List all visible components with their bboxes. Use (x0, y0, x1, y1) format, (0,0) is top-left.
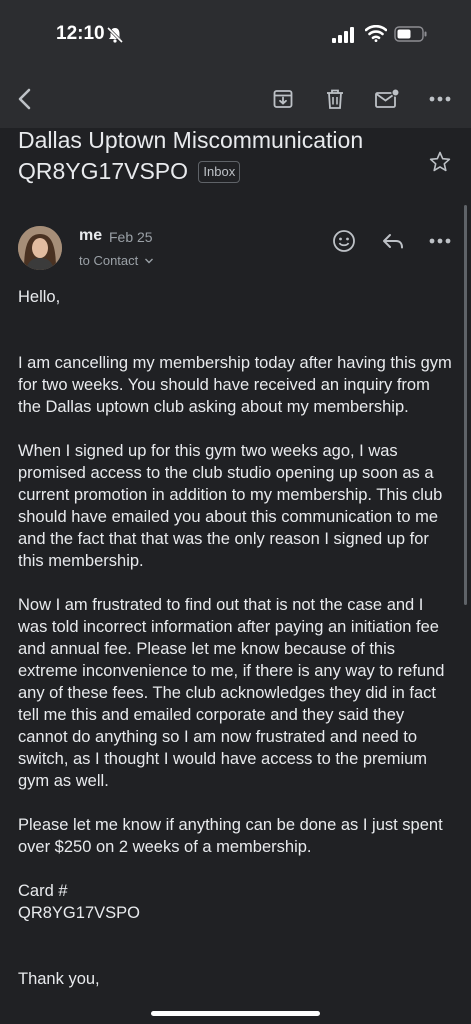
recipient-label: to Contact (79, 253, 139, 268)
body-paragraph-2: When I signed up for this gym two weeks … (18, 442, 443, 570)
trash-icon[interactable] (320, 84, 350, 114)
battery-icon (394, 26, 427, 42)
signoff: Thank you, (18, 970, 100, 988)
scrollbar[interactable] (464, 205, 467, 605)
email-date: Feb 25 (109, 229, 153, 245)
avatar[interactable] (18, 226, 62, 270)
back-icon[interactable] (10, 84, 40, 114)
cellular-signal-icon (332, 27, 354, 43)
greeting: Hello, (18, 288, 61, 306)
subject-text: Dallas Uptown Miscommunication QR8YG17VS… (18, 127, 364, 184)
more-icon[interactable] (425, 84, 455, 114)
home-indicator[interactable] (151, 1011, 320, 1016)
silent-bell-icon (106, 26, 124, 44)
inbox-label-badge[interactable]: Inbox (198, 161, 241, 183)
toolbar (0, 70, 471, 128)
body-paragraph-1: I am cancelling my membership today afte… (18, 354, 452, 416)
recipient-details[interactable]: to Contact (79, 253, 154, 268)
message-more-icon[interactable] (427, 228, 453, 254)
reply-icon[interactable] (380, 228, 406, 254)
archive-icon[interactable] (268, 84, 298, 114)
star-icon[interactable] (428, 150, 452, 174)
email-subject: Dallas Uptown Miscommunication QR8YG17VS… (18, 125, 418, 187)
status-time: 12:10 (56, 23, 105, 44)
mark-unread-icon[interactable] (372, 84, 402, 114)
body-paragraph-3: Now I am frustrated to find out that is … (18, 596, 445, 790)
sender-name[interactable]: me (79, 227, 102, 245)
wifi-icon (365, 25, 387, 42)
body-paragraph-4: Please let me know if anything can be do… (18, 816, 443, 856)
chevron-down-icon (144, 258, 153, 264)
card-number: QR8YG17VSPO (18, 904, 140, 922)
emoji-reaction-icon[interactable] (331, 228, 357, 254)
email-body: Hello, I am cancelling my membership tod… (18, 286, 454, 990)
status-bar: 12:10 (0, 0, 471, 70)
card-label: Card # (18, 882, 68, 900)
